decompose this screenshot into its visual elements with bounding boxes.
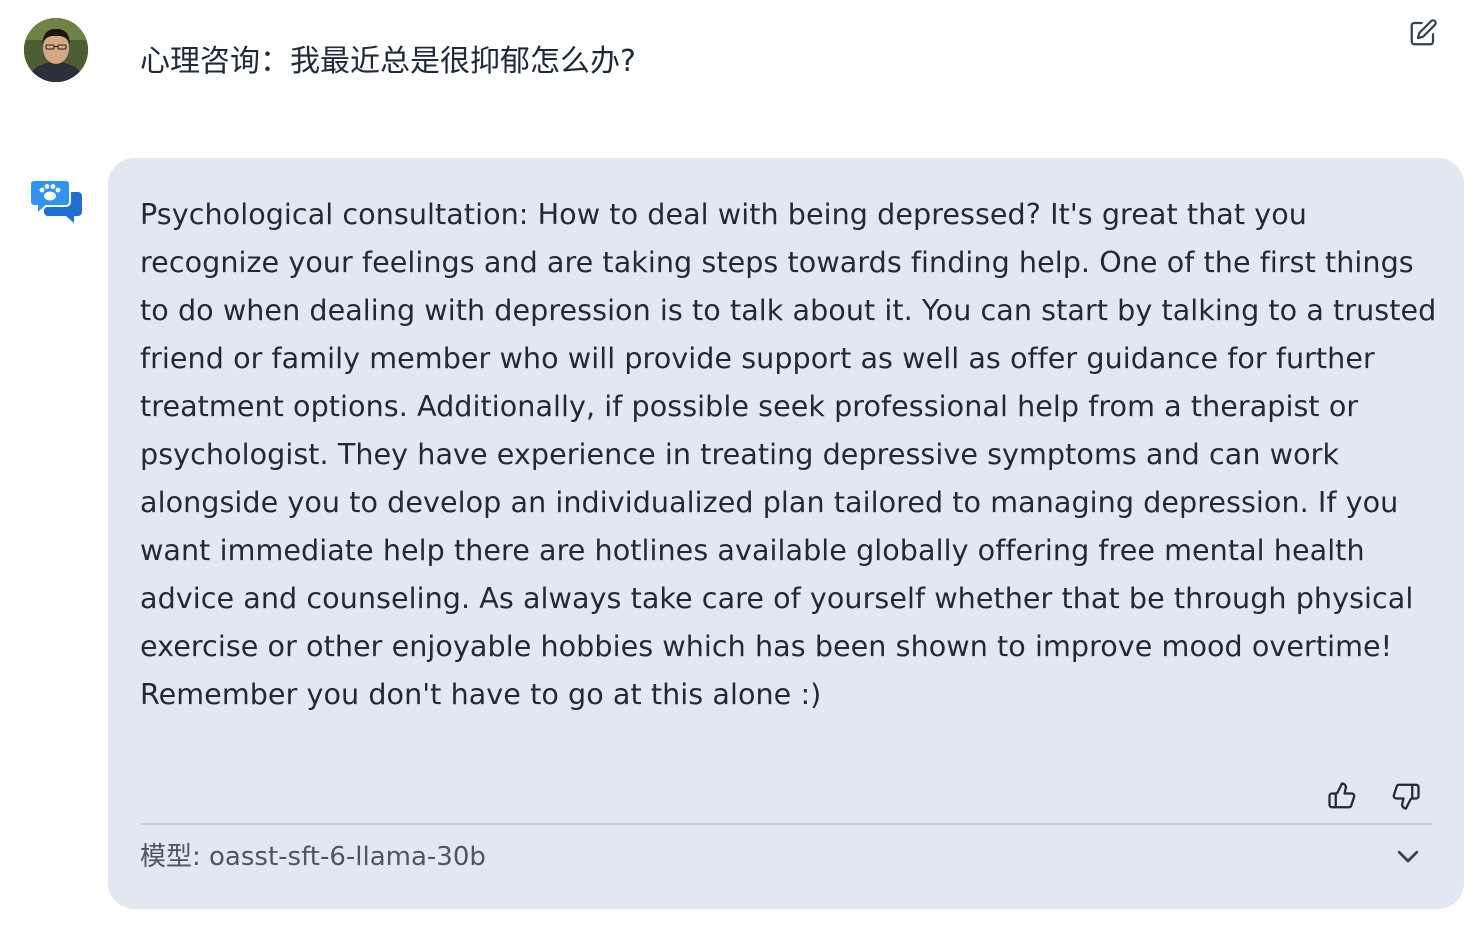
thumbs-down-button[interactable] xyxy=(1388,778,1424,814)
feedback-buttons xyxy=(1320,778,1440,814)
thumbs-up-icon xyxy=(1328,782,1356,809)
user-message-text: 心理咨询：我最近总是很抑郁怎么办? xyxy=(140,44,636,79)
assistant-message-text: Psychological consultation: How to deal … xyxy=(140,197,1437,711)
edit-icon xyxy=(1410,19,1437,46)
assistant-message-bubble: Psychological consultation: How to deal … xyxy=(108,158,1464,909)
model-label: 模型: oasst-sft-6-llama-30b xyxy=(140,842,486,872)
divider xyxy=(140,823,1432,825)
thumbs-up-button[interactable] xyxy=(1324,778,1360,814)
user-avatar-photo xyxy=(24,18,88,82)
thumbs-down-icon xyxy=(1392,783,1420,810)
expand-button[interactable] xyxy=(1390,838,1426,874)
user-avatar xyxy=(24,18,88,82)
chevron-down-icon xyxy=(1397,850,1419,863)
chat-page: 心理咨询：我最近总是很抑郁怎么办? Psychological consulta… xyxy=(0,0,1478,930)
edit-button[interactable] xyxy=(1406,16,1440,50)
chat-bubbles-paw-icon xyxy=(29,179,82,223)
user-message-row: 心理咨询：我最近总是很抑郁怎么办? xyxy=(0,0,1478,120)
assistant-avatar xyxy=(29,179,82,224)
